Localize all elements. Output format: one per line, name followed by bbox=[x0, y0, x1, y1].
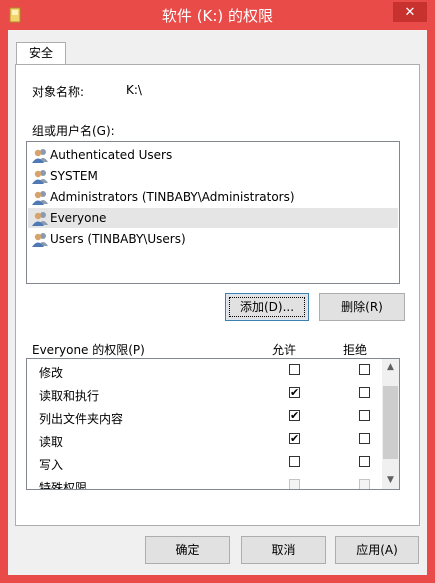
list-item[interactable]: SYSTEM bbox=[28, 166, 398, 186]
deny-checkbox bbox=[359, 479, 370, 489]
scroll-up-icon[interactable]: ▲ bbox=[382, 359, 399, 376]
allow-checkbox bbox=[289, 479, 300, 489]
ok-button-label: 确定 bbox=[175, 543, 200, 557]
remove-button[interactable]: 删除(R) bbox=[319, 293, 405, 321]
list-item-label: Authenticated Users bbox=[50, 148, 173, 162]
list-item[interactable]: Administrators (TINBABY\Administrators) bbox=[28, 187, 398, 207]
permissions-dialog: 软件 (K:) 的权限 ✕ 安全 对象名称: K:\ 组或用户名(G): Aut… bbox=[0, 0, 435, 583]
permission-row: 读取和执行 ✔ bbox=[27, 383, 381, 406]
tab-security[interactable]: 安全 bbox=[16, 42, 66, 65]
permission-row: 列出文件夹内容 ✔ bbox=[27, 406, 381, 429]
security-tab-panel: 对象名称: K:\ 组或用户名(G): Authenticated Users bbox=[15, 64, 420, 526]
list-item-label: SYSTEM bbox=[50, 169, 98, 183]
remove-button-label: 删除(R) bbox=[341, 300, 383, 314]
users-icon bbox=[32, 212, 48, 226]
list-item[interactable]: Users (TINBABY\Users) bbox=[28, 229, 398, 249]
allow-checkbox[interactable]: ✔ bbox=[289, 410, 300, 421]
list-item-label: Users (TINBABY\Users) bbox=[50, 232, 186, 246]
allow-checkbox[interactable] bbox=[289, 364, 300, 375]
object-name-value: K:\ bbox=[126, 83, 142, 97]
deny-checkbox[interactable] bbox=[359, 364, 370, 375]
permission-name: 修改 bbox=[39, 366, 64, 380]
permissions-list[interactable]: 修改 读取和执行 ✔ 列出文件夹内容 ✔ 读取 ✔ 写入 特殊权限 ▲ ▼ bbox=[26, 358, 400, 490]
users-icon bbox=[32, 170, 48, 184]
list-item-label: Everyone bbox=[50, 211, 107, 225]
allow-column-header: 允许 bbox=[272, 343, 297, 357]
users-icon bbox=[32, 233, 48, 247]
list-item-label: Administrators (TINBABY\Administrators) bbox=[50, 190, 295, 204]
permission-name: 写入 bbox=[39, 458, 64, 472]
window-title: 软件 (K:) 的权限 bbox=[161, 7, 274, 25]
vertical-scrollbar[interactable]: ▲ ▼ bbox=[382, 359, 399, 489]
users-icon bbox=[32, 191, 48, 205]
list-item[interactable]: Authenticated Users bbox=[28, 145, 398, 165]
ok-button[interactable]: 确定 bbox=[145, 536, 230, 564]
permission-name: 读取和执行 bbox=[39, 389, 100, 403]
allow-checkbox[interactable]: ✔ bbox=[289, 433, 300, 444]
close-icon: ✕ bbox=[404, 4, 416, 20]
allow-checkbox[interactable] bbox=[289, 456, 300, 467]
permission-name: 特殊权限 bbox=[39, 481, 88, 490]
deny-column-header: 拒绝 bbox=[343, 343, 368, 357]
object-name-label: 对象名称: bbox=[32, 85, 85, 99]
users-icon bbox=[32, 149, 48, 163]
permission-row: 写入 bbox=[27, 452, 381, 475]
title-bar[interactable]: 软件 (K:) 的权限 ✕ bbox=[0, 0, 435, 30]
permission-name: 读取 bbox=[39, 435, 64, 449]
cancel-button-label: 取消 bbox=[271, 543, 296, 557]
cancel-button[interactable]: 取消 bbox=[241, 536, 326, 564]
scroll-down-icon[interactable]: ▼ bbox=[382, 472, 399, 489]
list-item-selected[interactable]: Everyone bbox=[28, 208, 398, 228]
deny-checkbox[interactable] bbox=[359, 433, 370, 444]
deny-checkbox[interactable] bbox=[359, 456, 370, 467]
apply-button-label: 应用(A) bbox=[356, 543, 398, 557]
permission-row: 特殊权限 bbox=[27, 475, 381, 490]
add-button[interactable]: 添加(D)... bbox=[225, 293, 309, 321]
deny-checkbox[interactable] bbox=[359, 387, 370, 398]
permission-row: 读取 ✔ bbox=[27, 429, 381, 452]
permission-name: 列出文件夹内容 bbox=[39, 412, 124, 426]
scroll-thumb[interactable] bbox=[383, 386, 398, 459]
permission-row: 修改 bbox=[27, 360, 381, 383]
apply-button[interactable]: 应用(A) bbox=[335, 536, 419, 564]
group-user-list[interactable]: Authenticated Users SYSTEM Administrator… bbox=[26, 141, 400, 284]
groups-label: 组或用户名(G): bbox=[32, 124, 115, 138]
permissions-label: Everyone 的权限(P) bbox=[32, 343, 145, 357]
close-button[interactable]: ✕ bbox=[393, 2, 427, 22]
allow-checkbox[interactable]: ✔ bbox=[289, 387, 300, 398]
deny-checkbox[interactable] bbox=[359, 410, 370, 421]
dialog-client: 安全 对象名称: K:\ 组或用户名(G): Authenticated Use… bbox=[8, 30, 427, 575]
